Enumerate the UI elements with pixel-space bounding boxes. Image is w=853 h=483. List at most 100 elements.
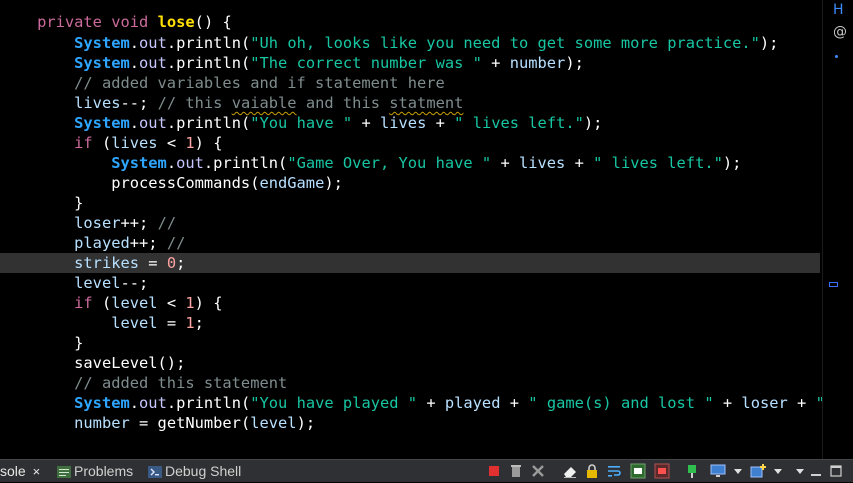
current-line: strikes = 0; (0, 253, 820, 273)
code-token: + (426, 114, 455, 132)
code-token: = (157, 314, 186, 332)
code-token: . (129, 34, 140, 52)
code-token: + (352, 114, 380, 132)
code-token: () { (194, 13, 232, 31)
code-token: < (157, 134, 186, 152)
class-name: System (74, 34, 130, 52)
remove-launch-icon[interactable] (508, 463, 524, 479)
bottom-panel: sole × Problems Debug Shell (0, 459, 853, 482)
identifier: strikes (74, 254, 140, 272)
view-menu-icon[interactable] (792, 463, 808, 479)
string-literal: "The correct number was " (250, 54, 482, 72)
string-literal: " lives left." (454, 114, 584, 132)
scroll-lock-icon[interactable] (584, 463, 600, 479)
code-token: } (74, 334, 84, 352)
string-literal: " game(s) and lost " (528, 394, 714, 412)
clear-console-icon[interactable] (562, 463, 578, 479)
maximize-icon[interactable] (828, 463, 844, 479)
overview-header-label: H (833, 2, 844, 18)
code-token: .println( (166, 394, 251, 412)
code-token: + (491, 154, 519, 172)
field-name: out (139, 54, 167, 72)
code-token: . (129, 394, 140, 412)
code-token: . (166, 154, 177, 172)
comment: // (157, 214, 177, 232)
identifier: number (509, 54, 566, 72)
code-token: + (481, 54, 510, 72)
chevron-down-icon[interactable] (734, 469, 742, 474)
code-token: processCommands( (111, 174, 260, 192)
string-literal: "You have " (250, 114, 353, 132)
code-line: System.out.println("Uh oh, looks like yo… (0, 33, 820, 53)
identifier: level (74, 274, 121, 292)
chevron-down-icon[interactable] (774, 469, 782, 474)
field-name: out (139, 34, 167, 52)
code-token: ++; (120, 214, 158, 232)
code-token: . (129, 54, 140, 72)
overview-ruler[interactable]: H @ (822, 0, 853, 459)
code-line: System.out.println("You have played " + … (0, 393, 822, 413)
code-line: number = getNumber(level); (0, 413, 820, 433)
identifier: endGame (259, 174, 325, 192)
minimize-icon[interactable] (808, 463, 824, 479)
class-name: System (111, 154, 167, 172)
terminate-icon[interactable] (486, 463, 502, 479)
overview-dot-icon (835, 55, 838, 58)
remove-all-terminated-icon[interactable] (530, 463, 546, 479)
code-line: } (0, 193, 820, 213)
close-icon[interactable]: × (33, 464, 41, 479)
show-on-stderr-icon[interactable] (654, 463, 670, 479)
code-token: . (129, 114, 140, 132)
pin-console-icon[interactable] (684, 463, 700, 479)
method-name: lose (157, 13, 195, 31)
tab-console[interactable]: sole × (0, 460, 40, 482)
identifier: number (74, 414, 130, 432)
field-name: out (139, 394, 167, 412)
comment: // (166, 234, 186, 252)
code-token: ); (565, 54, 584, 72)
keyword: if (74, 294, 93, 312)
code-token: = (139, 254, 167, 272)
field-name: out (176, 154, 204, 172)
code-line: if (level < 1) { (0, 293, 820, 313)
code-token: } (74, 194, 84, 212)
code-token: ( (92, 134, 112, 152)
identifier: level (111, 294, 158, 312)
code-token: ); (324, 174, 343, 192)
code-line: level = 1; (0, 313, 820, 333)
overview-marker[interactable] (829, 282, 838, 287)
identifier: lives (380, 114, 427, 132)
code-token: ); (583, 114, 603, 132)
string-literal: "You have played " (250, 394, 418, 412)
field-name: out (139, 114, 167, 132)
problems-icon (57, 466, 71, 478)
code-token: --; (120, 274, 149, 292)
tab-debug-shell[interactable]: Debug Shell (148, 460, 241, 482)
tab-problems[interactable]: Problems (57, 460, 133, 482)
number-literal: 1 (185, 294, 195, 312)
comment: // added variables and if statement here (74, 74, 445, 92)
code-editor[interactable]: private void lose() { System.out.println… (0, 0, 822, 459)
show-on-stdout-icon[interactable] (630, 463, 646, 479)
string-literal: "Uh oh, looks like you need to get some … (250, 34, 760, 52)
string-literal: " lives left." (593, 154, 723, 172)
code-token: + (565, 154, 594, 172)
number-literal: 1 (185, 314, 195, 332)
code-line: } (0, 333, 820, 353)
spelling-error: vaiable (231, 94, 297, 112)
comment: and this (296, 94, 390, 112)
identifier: level (250, 414, 297, 432)
identifier: lives (74, 94, 121, 112)
code-line: loser++; // (0, 213, 820, 233)
code-line: private void lose() { (0, 12, 820, 32)
identifier: loser (74, 214, 121, 232)
word-wrap-icon[interactable] (606, 463, 622, 479)
open-console-icon[interactable] (750, 463, 766, 479)
comment: // added this statement (74, 374, 288, 392)
identifier: played (74, 234, 130, 252)
code-token: + (713, 394, 742, 412)
number-literal: 0 (166, 254, 177, 272)
code-line: lives--; // this vaiable and this statme… (0, 93, 820, 113)
identifier: loser (741, 394, 788, 412)
display-console-icon[interactable] (710, 463, 726, 479)
